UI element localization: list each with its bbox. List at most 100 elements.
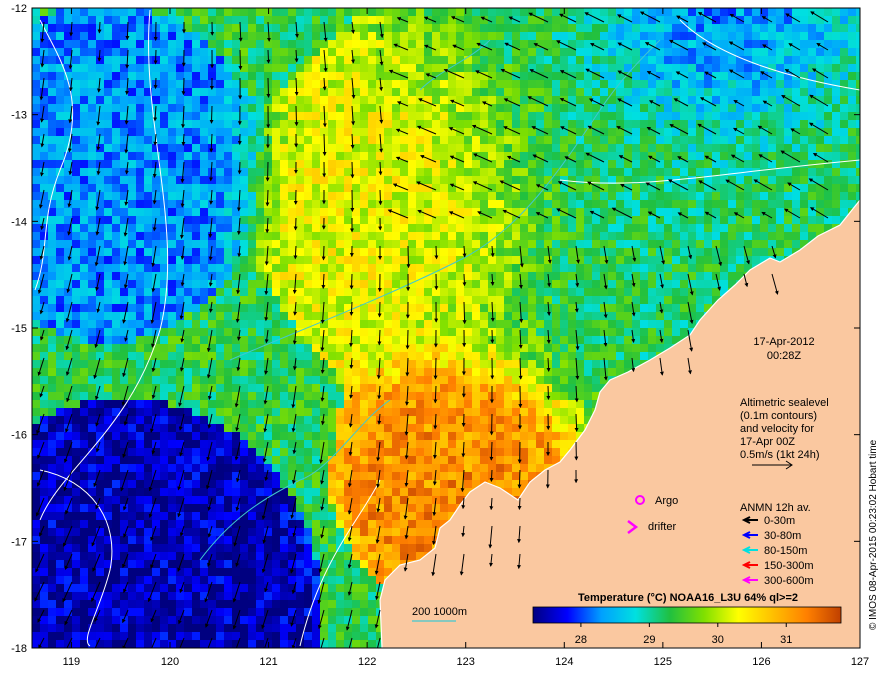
sst-cell (560, 48, 568, 56)
sst-cell (264, 208, 272, 216)
sst-cell (648, 104, 656, 112)
sst-cell (104, 272, 112, 280)
sst-cell (384, 296, 392, 304)
sst-cell (360, 256, 368, 264)
sst-cell (552, 336, 560, 344)
sst-cell (728, 120, 736, 128)
sst-cell (752, 104, 760, 112)
sst-cell (688, 88, 696, 96)
sst-cell (144, 200, 152, 208)
sst-cell (664, 72, 672, 80)
sst-cell (200, 352, 208, 360)
sst-cell (72, 216, 80, 224)
sst-cell (416, 256, 424, 264)
sst-cell (384, 384, 392, 392)
sst-cell (304, 336, 312, 344)
sst-cell (600, 288, 608, 296)
sst-cell (520, 136, 528, 144)
sst-cell (824, 104, 832, 112)
sst-cell (568, 240, 576, 248)
sst-cell (248, 168, 256, 176)
sst-cell (296, 344, 304, 352)
sst-cell (112, 48, 120, 56)
sst-cell (400, 144, 408, 152)
sst-cell (88, 160, 96, 168)
sst-cell (560, 384, 568, 392)
sst-cell (448, 240, 456, 248)
sst-cell (280, 168, 288, 176)
sst-cell (416, 136, 424, 144)
sst-cell (224, 200, 232, 208)
sst-cell (376, 376, 384, 384)
sst-cell (72, 152, 80, 160)
sst-cell (184, 368, 192, 376)
sst-cell (520, 168, 528, 176)
sst-cell (680, 224, 688, 232)
sst-cell (456, 344, 464, 352)
sst-cell (432, 120, 440, 128)
sst-cell (832, 104, 840, 112)
sst-cell (576, 360, 584, 368)
sst-cell (256, 16, 264, 24)
sst-cell (752, 184, 760, 192)
sst-cell (648, 336, 656, 344)
sst-cell (272, 72, 280, 80)
sst-cell (312, 176, 320, 184)
sst-cell (688, 128, 696, 136)
sst-cell (408, 56, 416, 64)
sst-cell (48, 160, 56, 168)
sst-cell (720, 64, 728, 72)
sst-cell (568, 24, 576, 32)
sst-cell (352, 384, 360, 392)
sst-cell (624, 288, 632, 296)
sst-cell (600, 216, 608, 224)
sst-cell (368, 200, 376, 208)
sst-cell (272, 152, 280, 160)
sst-cell (832, 8, 840, 16)
sst-cell (392, 384, 400, 392)
sst-cell (664, 288, 672, 296)
sst-cell (272, 224, 280, 232)
sst-cell (544, 128, 552, 136)
sst-cell (168, 136, 176, 144)
sst-cell (536, 24, 544, 32)
sst-cell (704, 104, 712, 112)
sst-cell (496, 384, 504, 392)
sst-cell (568, 80, 576, 88)
sst-cell (632, 200, 640, 208)
sst-cell (368, 168, 376, 176)
sst-cell (304, 208, 312, 216)
sst-cell (336, 352, 344, 360)
sst-cell (184, 56, 192, 64)
sst-cell (640, 24, 648, 32)
sst-cell (184, 104, 192, 112)
sst-cell (360, 184, 368, 192)
sst-cell (600, 48, 608, 56)
sst-cell (376, 176, 384, 184)
sst-cell (824, 136, 832, 144)
sst-cell (320, 232, 328, 240)
sst-cell (424, 224, 432, 232)
sst-cell (608, 112, 616, 120)
sst-cell (88, 232, 96, 240)
sst-cell (280, 224, 288, 232)
sst-cell (352, 368, 360, 376)
sst-cell (560, 328, 568, 336)
sst-cell (104, 264, 112, 272)
sst-cell (128, 8, 136, 16)
sst-cell (464, 8, 472, 16)
sst-cell (544, 288, 552, 296)
sst-cell (728, 160, 736, 168)
sst-cell (736, 248, 744, 256)
sst-cell (56, 392, 64, 400)
sst-cell (776, 248, 784, 256)
sst-cell (504, 88, 512, 96)
sst-cell (304, 184, 312, 192)
sst-cell (400, 376, 408, 384)
sst-cell (424, 24, 432, 32)
sst-cell (784, 120, 792, 128)
sst-cell (672, 32, 680, 40)
sst-cell (128, 104, 136, 112)
sst-cell (432, 56, 440, 64)
sst-cell (112, 128, 120, 136)
